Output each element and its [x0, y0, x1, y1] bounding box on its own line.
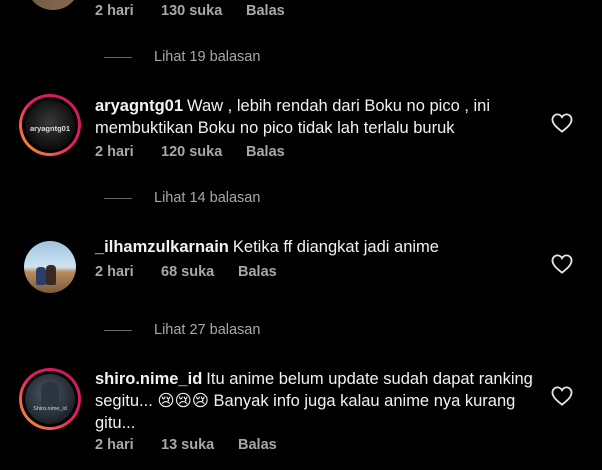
comment-body: shiro.nime_id Itu anime belum update suda… — [95, 368, 540, 434]
heart-outline-icon[interactable] — [551, 113, 573, 133]
comment-meta: 2 hari 13 suka Balas — [95, 437, 277, 453]
comment-text: Ketika ff diangkat jadi anime — [232, 238, 439, 256]
avatar[interactable] — [24, 241, 76, 293]
comment-time: 2 hari — [95, 264, 134, 280]
comment-time: 2 hari — [95, 437, 134, 453]
divider-line — [104, 56, 132, 58]
heart-outline-icon[interactable] — [551, 386, 573, 406]
comment-meta: 2 hari 120 suka Balas — [95, 144, 285, 160]
comment-likes[interactable]: 68 suka — [161, 264, 238, 280]
comment-time: 2 hari — [95, 144, 134, 160]
comment-body: _ilhamzulkarnain Ketika ff diangkat jadi … — [95, 236, 535, 258]
view-replies-label: Lihat 14 balasan — [154, 190, 261, 206]
view-replies-button[interactable]: Lihat 19 balasan — [104, 49, 260, 65]
divider-line — [104, 197, 132, 199]
divider-line — [104, 329, 132, 331]
avatar[interactable] — [26, 0, 80, 10]
avatar[interactable]: Shiro.nime_id — [19, 368, 81, 430]
reply-button[interactable]: Balas — [246, 144, 285, 160]
view-replies-button[interactable]: Lihat 27 balasan — [104, 322, 260, 338]
comment-likes[interactable]: 13 suka — [161, 437, 238, 453]
comment-time: 2 hari — [95, 3, 134, 19]
reply-button[interactable]: Balas — [238, 264, 277, 280]
view-replies-button[interactable]: Lihat 14 balasan — [104, 190, 260, 206]
avatar-caption: Shiro.nime_id — [33, 406, 67, 412]
avatar[interactable]: aryagntg01 — [19, 94, 81, 156]
avatar-caption: aryagntg01 — [29, 124, 71, 133]
comment-likes[interactable]: 120 suka — [161, 144, 246, 160]
comment-body: aryagntg01 Waw , lebih rendah dari Boku n… — [95, 95, 535, 139]
heart-outline-icon[interactable] — [551, 254, 573, 274]
reply-button[interactable]: Balas — [246, 3, 285, 19]
comment-username[interactable]: _ilhamzulkarnain — [95, 238, 229, 256]
comment-likes[interactable]: 130 suka — [161, 3, 246, 19]
view-replies-label: Lihat 19 balasan — [154, 49, 261, 65]
reply-button[interactable]: Balas — [238, 437, 277, 453]
comment-meta: 2 hari 130 suka Balas — [95, 3, 285, 19]
comment-username[interactable]: shiro.nime_id — [95, 370, 202, 388]
comment-meta: 2 hari 68 suka Balas — [95, 264, 277, 280]
view-replies-label: Lihat 27 balasan — [154, 322, 261, 338]
comment-username[interactable]: aryagntg01 — [95, 97, 183, 115]
